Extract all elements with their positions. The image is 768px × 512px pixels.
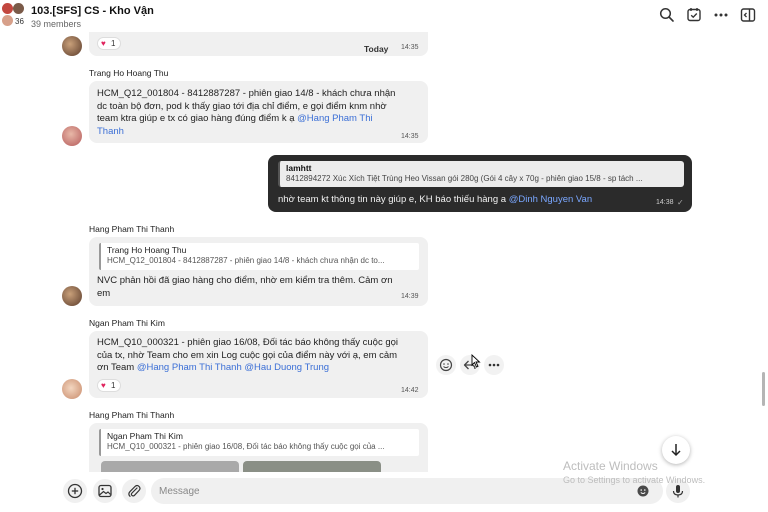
heart-icon: ♥ bbox=[101, 381, 106, 390]
member-count-badge: 36 bbox=[15, 17, 24, 26]
task-check-icon[interactable] bbox=[685, 6, 703, 24]
message-bubble[interactable]: HCM_Q10_000321 - phiên giao 16/08, Đối t… bbox=[89, 331, 428, 398]
sender-name[interactable]: Hang Pham Thi Thanh bbox=[89, 224, 174, 234]
attach-button[interactable] bbox=[122, 479, 146, 503]
image-attachment[interactable] bbox=[101, 461, 239, 472]
reaction-badge[interactable]: ♥ 1 bbox=[97, 37, 121, 50]
avatar[interactable] bbox=[62, 126, 82, 146]
chat-title[interactable]: 103.[SFS] CS - Kho Vận bbox=[31, 5, 154, 17]
quote-sender: Ngan Pham Thi Kim bbox=[107, 431, 183, 441]
message-text: HCM_Q12_001804 - 8412887287 - phiên giao… bbox=[97, 88, 396, 139]
message-bubble-own[interactable]: lamhtt 8412894272 Xúc Xích Tiệt Trùng He… bbox=[268, 155, 692, 212]
emoji-icon bbox=[439, 358, 453, 372]
mention-link[interactable]: @Hau Duong Trung bbox=[244, 362, 329, 373]
plus-circle-icon bbox=[67, 483, 83, 499]
message-bubble[interactable]: Trang Ho Hoang Thu HCM_Q12_001804 - 8412… bbox=[89, 237, 428, 306]
heart-icon: ♥ bbox=[101, 39, 106, 48]
more-icon bbox=[488, 363, 500, 367]
mouse-cursor-icon bbox=[471, 354, 481, 368]
quote-text: HCM_Q10_000321 - phiên giao 16/08, Đối t… bbox=[107, 442, 385, 451]
sender-name[interactable]: Ngan Pham Thi Kim bbox=[89, 318, 165, 328]
more-icon[interactable] bbox=[712, 6, 730, 24]
message-text: NVC phản hồi đã giao hàng cho điểm, nhờ … bbox=[97, 275, 393, 299]
avatar[interactable] bbox=[62, 379, 82, 399]
image-button[interactable] bbox=[93, 479, 117, 503]
message-time: 14:39 bbox=[401, 293, 419, 300]
message-list[interactable]: ♥ 1 Today 14:35 Trang Ho Hoang Thu HCM_Q… bbox=[0, 32, 768, 472]
add-button[interactable] bbox=[63, 479, 87, 503]
member-avatar bbox=[2, 3, 13, 14]
emoji-icon[interactable] bbox=[635, 483, 651, 499]
search-icon[interactable] bbox=[658, 6, 676, 24]
quoted-message[interactable]: Trang Ho Hoang Thu HCM_Q12_001804 - 8412… bbox=[99, 243, 419, 270]
mention-link[interactable]: @Hang Pham Thi Thanh bbox=[137, 362, 242, 373]
quoted-message[interactable]: Ngan Pham Thi Kim HCM_Q10_000321 - phiên… bbox=[99, 429, 419, 456]
quoted-message[interactable]: lamhtt 8412894272 Xúc Xích Tiệt Trùng He… bbox=[278, 161, 684, 187]
image-attachment[interactable] bbox=[243, 461, 381, 472]
member-avatar bbox=[13, 3, 24, 14]
member-count[interactable]: 39 members bbox=[31, 19, 81, 29]
react-button[interactable] bbox=[436, 355, 456, 375]
message-time: 14:42 bbox=[401, 387, 419, 394]
message-bubble[interactable]: ♥ 1 Today 14:35 bbox=[89, 32, 428, 56]
message-input[interactable] bbox=[159, 483, 629, 499]
group-avatar[interactable]: 36 bbox=[2, 3, 26, 29]
message-text: HCM_Q10_000321 - phiên giao 16/08, Đối t… bbox=[97, 337, 399, 373]
message-bubble[interactable]: HCM_Q12_001804 - 8412887287 - phiên giao… bbox=[89, 81, 428, 143]
side-panel-icon[interactable] bbox=[739, 6, 757, 24]
quote-text: HCM_Q12_001804 - 8412887287 - phiên giao… bbox=[107, 256, 385, 265]
mention-link[interactable]: Thanh bbox=[97, 126, 395, 139]
avatar[interactable] bbox=[62, 286, 82, 306]
message-time: 14:35 bbox=[401, 133, 419, 140]
paperclip-icon bbox=[128, 484, 141, 497]
sender-name[interactable]: Trang Ho Hoang Thu bbox=[89, 68, 168, 78]
message-time: 14:35 bbox=[401, 44, 419, 51]
sender-name[interactable]: Hang Pham Thi Thanh bbox=[89, 410, 174, 420]
message-time: 14:38 bbox=[656, 199, 674, 206]
quote-sender: lamhtt bbox=[286, 163, 312, 173]
date-divider: Today bbox=[364, 44, 389, 54]
mention-link[interactable]: @Dinh Nguyen Van bbox=[509, 194, 592, 205]
avatar[interactable] bbox=[62, 36, 82, 56]
reaction-badge[interactable]: ♥ 1 bbox=[97, 379, 121, 392]
message-more-button[interactable] bbox=[484, 355, 504, 375]
mention-link[interactable]: @Hang Pham Thi bbox=[297, 113, 372, 124]
scrollbar-thumb[interactable] bbox=[762, 372, 765, 406]
image-icon bbox=[98, 484, 112, 498]
chat-header: 36 103.[SFS] CS - Kho Vận 39 members bbox=[0, 0, 768, 32]
member-avatar bbox=[2, 15, 13, 26]
quote-text: 8412894272 Xúc Xích Tiệt Trùng Heo Vissa… bbox=[286, 174, 643, 183]
message-bubble[interactable]: Ngan Pham Thi Kim HCM_Q10_000321 - phiên… bbox=[89, 423, 428, 472]
check-icon: ✓ bbox=[677, 198, 684, 207]
message-text: nhờ team kt thông tin này giúp e, KH báo… bbox=[278, 194, 593, 205]
quote-sender: Trang Ho Hoang Thu bbox=[107, 245, 187, 255]
activation-watermark: Activate Windows Go to Settings to activ… bbox=[563, 459, 706, 485]
